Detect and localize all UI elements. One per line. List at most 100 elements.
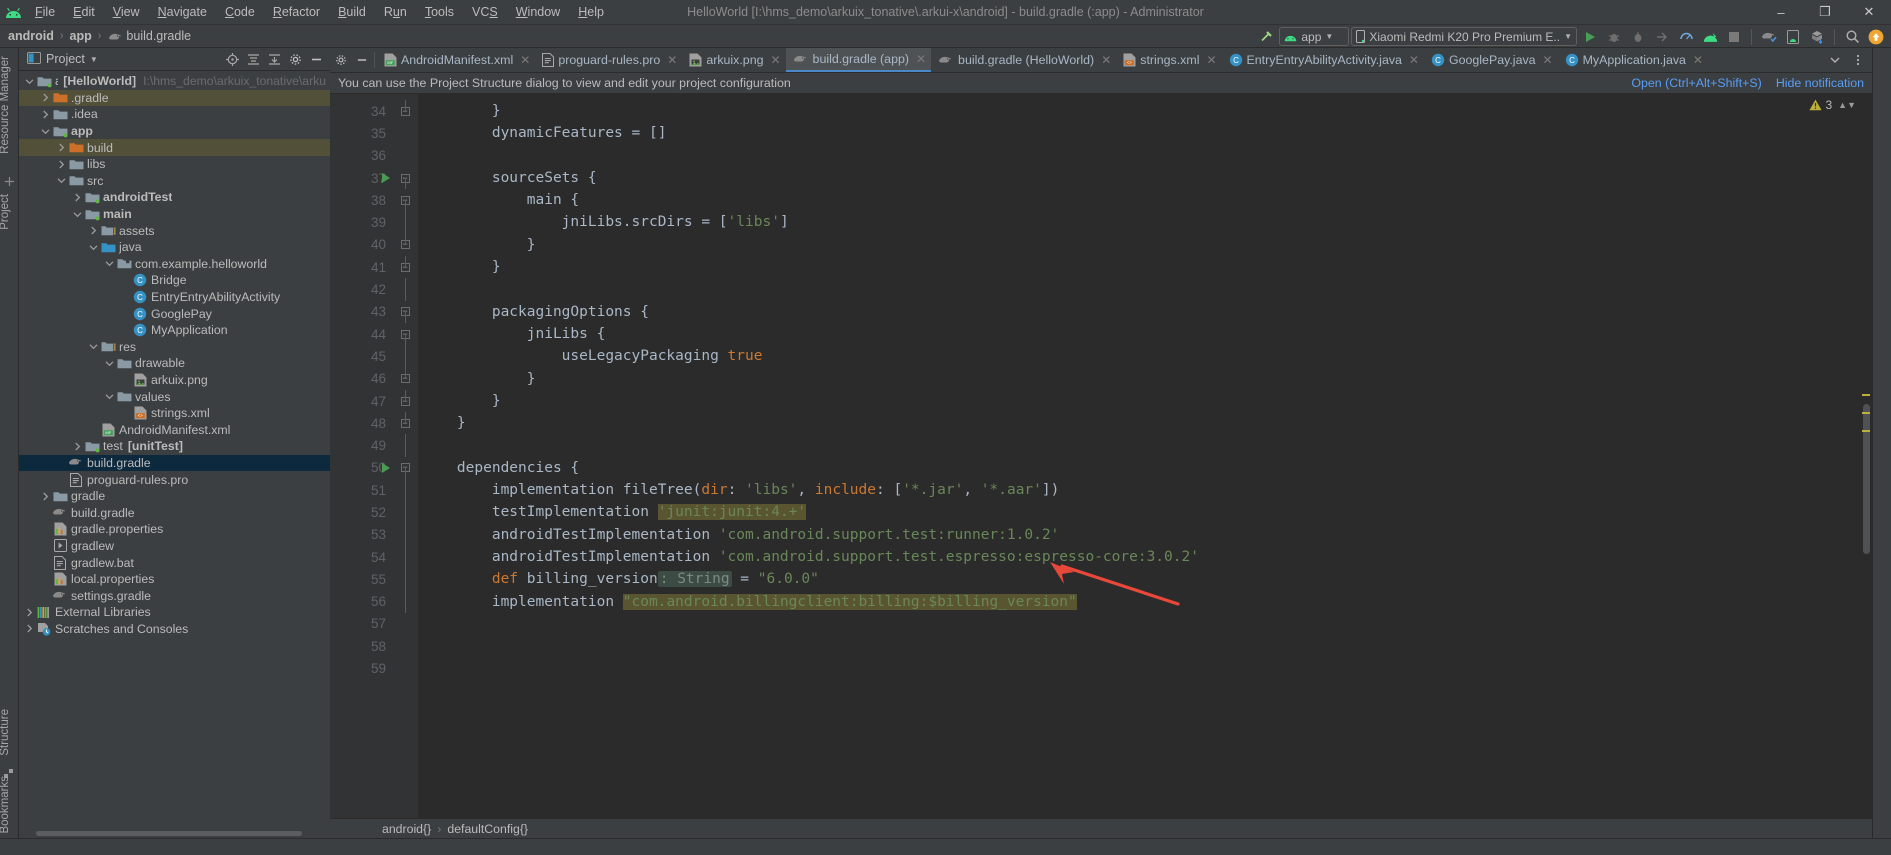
menu-code[interactable]: Code — [216, 0, 264, 25]
tree-item-androidmanifest-xml[interactable]: MF AndroidManifest.xml — [19, 421, 330, 438]
tree-item-bridge[interactable]: C Bridge — [19, 272, 330, 289]
close-tab-icon[interactable]: ✕ — [1693, 53, 1703, 67]
code-line[interactable]: jniLibs { — [418, 323, 1872, 345]
inspection-status-badge[interactable]: 3 ▲▼ — [1809, 98, 1856, 112]
stripe-structure[interactable]: Structure — [0, 705, 18, 760]
breadcrumb-android[interactable]: android — [8, 29, 54, 43]
tree-item-build-gradle[interactable]: build.gradle — [19, 454, 330, 472]
tree-item-drawable[interactable]: drawable — [19, 355, 330, 372]
fold-marker[interactable]: − — [392, 323, 418, 346]
settings-gear-icon[interactable] — [285, 49, 305, 69]
close-tab-icon[interactable]: ✕ — [1543, 53, 1553, 67]
menu-refactor[interactable]: Refactor — [264, 0, 329, 25]
tree-item-com-example-helloworld[interactable]: com.example.helloworld — [19, 256, 330, 273]
tree-item-test[interactable]: test [unitTest] — [19, 438, 330, 455]
editor-tab-build-gradle-helloworld[interactable]: build.gradle (HelloWorld) ✕ — [931, 48, 1116, 72]
menu-navigate[interactable]: Navigate — [149, 0, 216, 25]
code-line[interactable]: jniLibs.srcDirs = ['libs'] — [418, 211, 1872, 233]
menu-edit[interactable]: Edit — [64, 0, 104, 25]
code-line[interactable]: useLegacyPackaging true — [418, 345, 1872, 367]
editor-tab-strings-xml[interactable]: <> strings.xml ✕ — [1116, 48, 1221, 72]
fold-marker[interactable]: − — [392, 100, 418, 122]
chevron-down-icon-project[interactable]: ▼ — [90, 55, 98, 64]
code-line[interactable]: androidTestImplementation 'com.android.s… — [418, 524, 1872, 546]
editor-tab-myapplication-java[interactable]: C MyApplication.java ✕ — [1558, 48, 1708, 72]
fold-marker[interactable]: − — [392, 189, 418, 212]
tree-item-gradle-properties[interactable]: gradle.properties — [19, 521, 330, 538]
fold-marker[interactable]: − — [392, 389, 418, 412]
code-line[interactable]: } — [418, 390, 1872, 412]
tree-item-gradle[interactable]: gradle — [19, 488, 330, 505]
editor-vertical-scrollbar[interactable] — [1860, 94, 1872, 818]
minimize-button[interactable]: – — [1759, 0, 1803, 25]
menu-build[interactable]: Build — [329, 0, 375, 25]
tree-item-assets[interactable]: assets — [19, 222, 330, 239]
close-tab-icon[interactable]: ✕ — [520, 53, 530, 67]
locate-icon[interactable] — [222, 49, 242, 69]
close-tab-icon[interactable]: ✕ — [1101, 53, 1111, 67]
chevron-down-icon[interactable] — [71, 210, 84, 219]
chevron-down-icon[interactable] — [39, 127, 52, 136]
stop-icon[interactable] — [1723, 27, 1745, 47]
device-selector[interactable]: Xiaomi Redmi K20 Pro Premium E.. ▼ — [1351, 27, 1577, 46]
tree-item-local-properties[interactable]: local.properties — [19, 571, 330, 588]
close-tab-icon[interactable]: ✕ — [916, 52, 926, 66]
tree-item-gradle[interactable]: .gradle — [19, 89, 330, 107]
chevron-down-icon[interactable] — [103, 392, 116, 401]
stripe-resource-manager[interactable]: Resource Manager — [0, 52, 18, 158]
menu-run[interactable]: Run — [375, 0, 416, 25]
code-line[interactable]: } — [418, 256, 1872, 278]
editor-tab-googlepay-java[interactable]: C GooglePay.java ✕ — [1424, 48, 1558, 72]
tree-item-build-gradle[interactable]: build.gradle — [19, 504, 330, 521]
editor-tab-entryentryabilityactivity-java[interactable]: C EntryEntryAbilityActivity.java ✕ — [1222, 48, 1424, 72]
code-line[interactable] — [418, 635, 1872, 657]
tree-item-src[interactable]: src — [19, 173, 330, 190]
project-tree[interactable]: android [HelloWorld] I:\hms_demo\arkuix_to… — [19, 71, 330, 838]
code-line[interactable]: def billing_version: String = "6.0.0" — [418, 568, 1872, 590]
notification-hide-link[interactable]: Hide notification — [1776, 76, 1864, 90]
chevron-right-icon[interactable] — [55, 160, 68, 169]
tree-item-gradlew-bat[interactable]: gradlew.bat — [19, 554, 330, 571]
warning-marker-3[interactable] — [1862, 430, 1870, 432]
tree-item-gradlew[interactable]: gradlew — [19, 538, 330, 555]
chevron-right-icon[interactable] — [39, 110, 52, 119]
tree-item-external-libraries[interactable]: External Libraries — [19, 604, 330, 621]
code-line[interactable]: } — [418, 100, 1872, 122]
apply-changes-icon[interactable] — [1651, 27, 1673, 47]
menu-window[interactable]: Window — [507, 0, 569, 25]
fold-marker[interactable]: − — [392, 256, 418, 278]
code-line[interactable]: testImplementation 'junit:junit:4.+' — [418, 501, 1872, 523]
hide-editor-icon[interactable] — [351, 48, 372, 72]
fold-marker[interactable]: − — [392, 301, 418, 323]
code-line[interactable] — [418, 657, 1872, 679]
chevron-right-icon[interactable] — [87, 226, 100, 235]
sdk-manager-icon[interactable] — [1806, 27, 1828, 47]
code-line[interactable]: implementation "com.android.billingclien… — [418, 591, 1872, 613]
chevron-right-icon[interactable] — [71, 442, 84, 451]
run-gutter-icon[interactable] — [382, 173, 390, 184]
breadcrumb-buildgradle[interactable]: build.gradle — [126, 29, 191, 43]
code-line[interactable]: main { — [418, 189, 1872, 211]
chevron-down-icon[interactable] — [103, 359, 116, 368]
code-line[interactable]: androidTestImplementation 'com.android.s… — [418, 546, 1872, 568]
chevron-right-icon[interactable] — [55, 143, 68, 152]
code-line[interactable]: } — [418, 368, 1872, 390]
tree-item-libs[interactable]: libs — [19, 156, 330, 173]
tree-item-myapplication[interactable]: C MyApplication — [19, 322, 330, 339]
close-button[interactable]: ✕ — [1847, 0, 1891, 25]
tree-item-entryentryabilityactivity[interactable]: C EntryEntryAbilityActivity — [19, 289, 330, 306]
code-line[interactable] — [418, 434, 1872, 456]
collapse-all-icon[interactable] — [264, 49, 284, 69]
search-icon[interactable] — [1841, 27, 1863, 47]
menu-help[interactable]: Help — [569, 0, 613, 25]
tree-item-arkuix-png[interactable]: arkuix.png — [19, 372, 330, 389]
close-tab-icon[interactable]: ✕ — [1409, 53, 1419, 67]
chevron-down-icon[interactable] — [87, 342, 100, 351]
run-icon[interactable] — [1579, 27, 1601, 47]
code-line[interactable] — [418, 145, 1872, 167]
notification-open-link[interactable]: Open (Ctrl+Alt+Shift+S) — [1631, 76, 1762, 90]
code-line[interactable]: } — [418, 234, 1872, 256]
profiler-icon[interactable] — [1675, 27, 1697, 47]
code-line[interactable]: implementation fileTree(dir: 'libs', inc… — [418, 479, 1872, 501]
code-line[interactable]: dependencies { — [418, 457, 1872, 479]
